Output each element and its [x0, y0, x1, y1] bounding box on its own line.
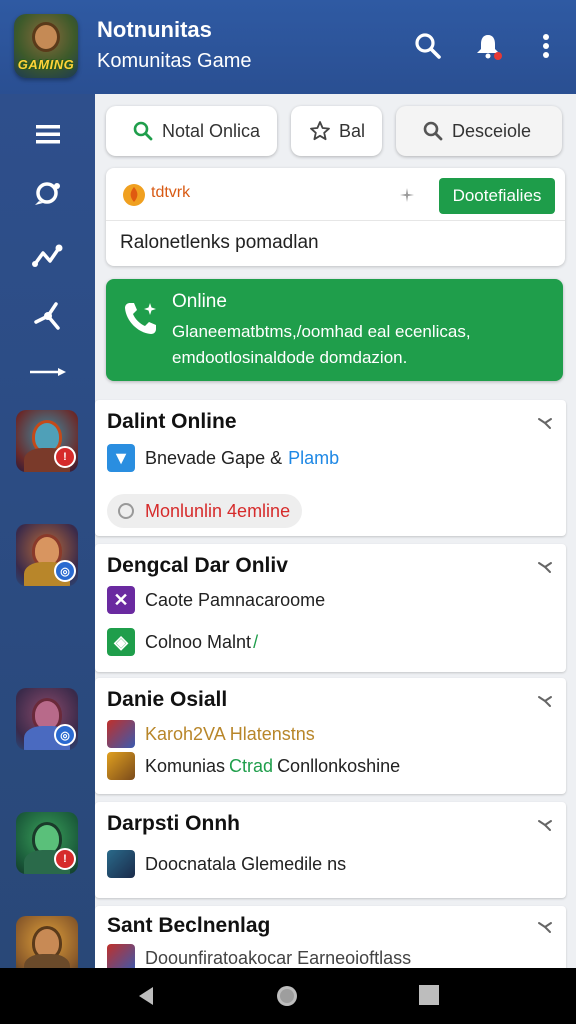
game-thumbnail-icon — [107, 850, 135, 878]
online-card-description-line: emdootlosinaldode domdazion. — [172, 348, 408, 367]
list-item-row: Doounfiratoakocar Earneoioftlass — [107, 944, 411, 968]
home-icon[interactable] — [275, 984, 299, 1008]
filter-chip-label: Notal Onlica — [162, 120, 261, 141]
list-item[interactable]: Dalint Online ▼ Bnevade Gape & Plamb Mon… — [95, 400, 566, 536]
logo-text: GAMING — [17, 57, 75, 72]
list-item-text: Colnoo Malnt — [145, 631, 252, 652]
close-icon: ✕ — [107, 586, 135, 614]
status-pill-label: Monlunlin 4emline — [145, 500, 291, 521]
recents-icon[interactable] — [418, 984, 440, 1006]
filter-chip[interactable]: Desceiole — [396, 106, 562, 156]
menu-icon[interactable] — [28, 114, 68, 154]
list-item-title: Sant Beclnenlag — [107, 914, 271, 937]
shield-icon: ◈ — [107, 628, 135, 656]
more-vert-icon[interactable] — [530, 30, 562, 62]
list-item-row: Komunias Ctrad Conllonkoshine — [107, 752, 400, 780]
list-item-row: ◈ Colnoo Malnt / — [107, 628, 258, 656]
list-item-text: Karoh2VA Hlatenstns — [145, 723, 315, 744]
search-icon — [423, 121, 443, 141]
fire-icon — [123, 184, 145, 206]
chat-icon[interactable] — [28, 174, 68, 214]
search-icon — [133, 121, 153, 141]
app-subtitle: Komunitas Game — [97, 50, 252, 72]
back-icon[interactable] — [134, 984, 158, 1008]
pin-icon[interactable] — [536, 918, 554, 936]
list-item-row: ✕ Caote Pamnacaroome — [107, 586, 325, 614]
app-title: Notnunitas — [97, 17, 212, 42]
status-badge: ! — [54, 446, 76, 468]
online-card-title: Online — [172, 291, 227, 312]
list-item-highlight: Ctrad — [229, 755, 274, 776]
status-badge: ◎ — [54, 560, 76, 582]
details-button[interactable]: Dootefialies — [439, 178, 555, 214]
list-item-title: Dalint Online — [107, 410, 237, 433]
star-icon — [310, 121, 330, 141]
online-card-description-line: Glaneematbtms,/oomhad eal ecenlicas, — [172, 322, 471, 341]
main-content: Notal Onlica Bal Desceiole tdtvrk Dootef… — [95, 94, 576, 968]
avatar[interactable]: ◎ — [16, 524, 78, 586]
list-item-row: Doocnatala Glemedile ns — [107, 850, 346, 878]
online-card[interactable]: Online Glaneematbtms,/oomhad eal ecenlic… — [106, 279, 563, 381]
arrow-icon[interactable] — [28, 352, 68, 392]
list-item-text: Doounfiratoakocar Earneoioftlass — [145, 947, 412, 968]
promo-title: tdtvrk — [151, 184, 191, 201]
avatar[interactable]: ! — [16, 410, 78, 472]
side-rail: ! ◎ ◎ ! — [0, 94, 95, 978]
pin-icon[interactable] — [536, 692, 554, 710]
list-item-check-mark: / — [253, 631, 259, 652]
list-item-title: Danie Osiall — [107, 688, 228, 711]
search-icon[interactable] — [412, 30, 444, 62]
game-thumbnail-icon — [107, 720, 135, 748]
app-bar: GAMING Notnunitas Komunitas Game — [0, 0, 576, 94]
list-item[interactable]: Dengcal Dar Onliv ✕ Caote Pamnacaroome ◈… — [95, 544, 566, 672]
promo-body: Ralonetlenks pomadlan — [120, 232, 319, 253]
notification-dot — [494, 52, 502, 60]
pin-icon[interactable] — [536, 816, 554, 834]
app-logo[interactable]: GAMING — [14, 14, 78, 78]
list-item[interactable]: Darpsti Onnh Doocnatala Glemedile ns — [95, 802, 566, 898]
avatar[interactable]: ! — [16, 812, 78, 874]
list-item[interactable]: Sant Beclnenlag Doounfiratoakocar Earneo… — [95, 906, 566, 968]
online-card-description: Glaneematbtms,/oomhad eal ecenlicas, emd… — [172, 319, 552, 371]
share-icon[interactable] — [28, 296, 68, 336]
chat-bubble-icon — [118, 503, 134, 519]
notification-icon[interactable] — [472, 30, 504, 62]
phone-icon — [125, 303, 156, 334]
filter-chip[interactable]: Bal — [291, 106, 382, 156]
list-item-text: Komunias — [145, 755, 226, 776]
filter-chip[interactable]: Notal Onlica — [106, 106, 277, 156]
logo-character — [32, 22, 60, 52]
list-item-row: ▼ Bnevade Gape & Plamb — [107, 444, 339, 472]
promo-card[interactable]: tdtvrk Dootefialies Ralonetlenks pomadla… — [106, 168, 565, 266]
game-thumbnail-icon — [107, 752, 135, 780]
list-item-title: Dengcal Dar Onliv — [107, 554, 288, 577]
game-thumbnail-icon — [107, 944, 135, 968]
list-item-link[interactable]: Plamb — [288, 448, 339, 469]
list-item-text: Conllonkoshine — [277, 755, 401, 776]
app-icon: ▼ — [107, 444, 135, 472]
system-nav-bar — [0, 968, 576, 1024]
filter-chip-label: Bal — [339, 120, 366, 141]
pin-icon[interactable] — [536, 414, 554, 432]
sparkle-icon[interactable] — [398, 186, 416, 204]
list-item-text: Bnevade Gape & — [145, 447, 283, 468]
status-pill[interactable]: Monlunlin 4emline — [107, 494, 303, 528]
filter-chip-label: Desceiole — [452, 120, 532, 141]
pin-icon[interactable] — [536, 558, 554, 576]
list-item-title: Darpsti Onnh — [107, 812, 241, 835]
list-item-text: Caote Pamnacaroome — [145, 589, 326, 610]
divider — [106, 220, 565, 221]
list-item-row: Karoh2VA Hlatenstns — [107, 720, 315, 748]
status-badge: ◎ — [54, 724, 76, 746]
avatar[interactable]: ◎ — [16, 688, 78, 750]
route-icon[interactable] — [28, 236, 68, 276]
list-item-text: Doocnatala Glemedile ns — [145, 853, 347, 874]
list-item[interactable]: Danie Osiall Karoh2VA Hlatenstns Komunia… — [95, 678, 566, 794]
status-badge: ! — [54, 848, 76, 870]
